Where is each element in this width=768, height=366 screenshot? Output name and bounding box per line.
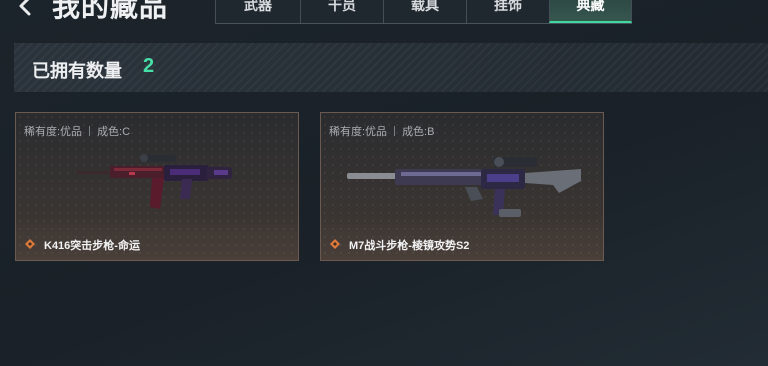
rarity-label: 稀有度:优品 <box>329 126 388 138</box>
owned-count: 2 <box>143 55 155 77</box>
back-button[interactable] <box>14 0 38 20</box>
diamond-icon <box>25 239 35 249</box>
meta-divider <box>89 126 91 136</box>
chevron-left-icon <box>19 0 31 16</box>
collection-card[interactable]: 稀有度:优品 成色:B M7战斗步枪-棱镜攻势S2 <box>320 112 604 261</box>
top-bar: 我的藏品 武器 干员 载具 挂饰 典藏 <box>0 0 768 26</box>
item-name: M7战斗步枪-棱镜攻势S2 <box>349 240 470 252</box>
card-meta: 稀有度:优品 成色:B <box>329 123 434 139</box>
condition-label: 成色:B <box>402 126 435 138</box>
item-name: K416突击步枪-命运 <box>44 240 140 252</box>
tab-vehicles[interactable]: 载具 <box>383 0 466 23</box>
card-meta: 稀有度:优品 成色:C <box>24 123 130 139</box>
rifle-image <box>76 154 232 209</box>
collection-card[interactable]: 稀有度:优品 成色:C K416突击步枪-命运 <box>15 112 299 261</box>
owned-label: 已拥有数量 <box>32 61 122 81</box>
page-title: 我的藏品 <box>52 0 169 22</box>
rifle-image <box>347 157 581 217</box>
category-tabs: 武器 干员 载具 挂饰 典藏 <box>215 0 632 24</box>
diamond-icon <box>330 239 340 249</box>
tab-collection[interactable]: 典藏 <box>549 0 632 23</box>
rarity-label: 稀有度:优品 <box>24 126 83 138</box>
tab-operators[interactable]: 干员 <box>300 0 383 23</box>
tab-charms[interactable]: 挂饰 <box>466 0 549 23</box>
owned-count-banner: 已拥有数量 2 <box>14 43 768 92</box>
condition-label: 成色:C <box>97 126 131 138</box>
tab-weapons[interactable]: 武器 <box>215 0 300 23</box>
meta-divider <box>394 126 396 136</box>
